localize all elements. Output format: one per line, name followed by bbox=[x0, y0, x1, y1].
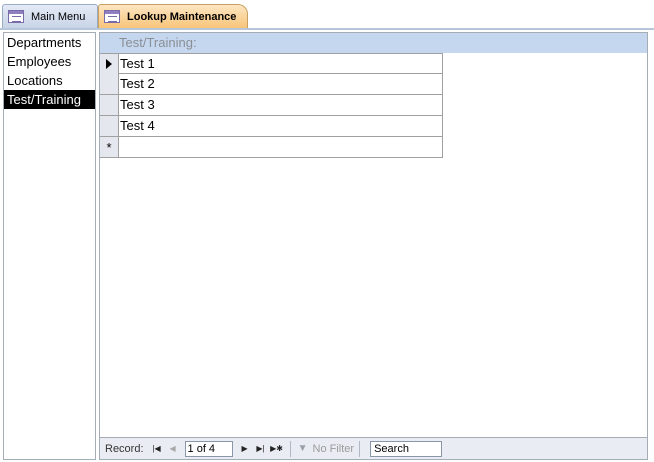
record-label: Record: bbox=[105, 442, 144, 455]
nav-separator bbox=[359, 440, 361, 457]
list-item-locations[interactable]: Locations bbox=[4, 71, 95, 90]
last-record-icon[interactable]: ▶| bbox=[255, 442, 267, 456]
record-selector[interactable] bbox=[100, 95, 119, 115]
tab-lookup-maintenance-label: Lookup Maintenance bbox=[127, 10, 237, 23]
record-selector[interactable] bbox=[100, 74, 119, 94]
first-record-icon[interactable]: |◀ bbox=[151, 442, 163, 456]
table-cell[interactable]: Test 3 bbox=[119, 95, 443, 115]
lookup-subform: Test/Training: Test 1 Test 2 Test 3 Test… bbox=[99, 32, 648, 460]
list-item-departments[interactable]: Departments bbox=[4, 33, 95, 52]
new-record-icon[interactable]: ▶✱ bbox=[270, 442, 283, 456]
document-tab-bar: Main Menu Lookup Maintenance bbox=[0, 0, 654, 30]
current-record-input[interactable]: 1 of 4 bbox=[184, 440, 233, 457]
table-row: Test 4 bbox=[100, 116, 443, 137]
tab-lookup-maintenance[interactable]: Lookup Maintenance bbox=[98, 4, 248, 28]
table-row: Test 2 bbox=[100, 74, 443, 95]
list-item-employees[interactable]: Employees bbox=[4, 52, 95, 71]
table-cell[interactable]: Test 1 bbox=[119, 54, 443, 74]
table-cell[interactable]: Test 2 bbox=[119, 74, 443, 94]
search-input[interactable]: Search bbox=[370, 440, 443, 457]
table-row: Test 3 bbox=[100, 95, 443, 116]
table-row: Test 1 bbox=[100, 53, 443, 74]
tab-main-menu-label: Main Menu bbox=[31, 10, 86, 23]
tab-strip-divider bbox=[0, 28, 654, 30]
filter-icon[interactable]: ▼ bbox=[296, 443, 310, 455]
record-navigation-bar: Record: |◀ ◀ 1 of 4 ▶ ▶| ▶✱ ▼ No Filter … bbox=[100, 437, 647, 459]
new-record-asterisk-icon: * bbox=[106, 139, 112, 155]
record-selector[interactable] bbox=[100, 54, 119, 74]
new-record-row: * bbox=[100, 137, 443, 158]
table-cell[interactable]: Test 4 bbox=[119, 116, 443, 136]
form-icon bbox=[104, 10, 120, 23]
subform-header: Test/Training: bbox=[100, 33, 647, 53]
nav-separator bbox=[289, 440, 291, 457]
tab-main-menu[interactable]: Main Menu bbox=[2, 4, 98, 28]
no-filter-button[interactable]: No Filter bbox=[313, 443, 355, 455]
record-selector[interactable] bbox=[100, 116, 119, 136]
new-record-selector[interactable]: * bbox=[100, 137, 119, 157]
lookup-list-box[interactable]: Departments Employees Locations Test/Tra… bbox=[3, 32, 96, 460]
form-icon bbox=[8, 10, 24, 23]
datasheet-grid: Test 1 Test 2 Test 3 Test 4 * bbox=[100, 53, 443, 158]
next-record-icon[interactable]: ▶ bbox=[239, 442, 251, 456]
prev-record-icon[interactable]: ◀ bbox=[167, 442, 179, 456]
list-item-test-training[interactable]: Test/Training bbox=[4, 90, 95, 109]
new-record-cell[interactable] bbox=[119, 137, 443, 157]
current-record-arrow-icon bbox=[106, 59, 112, 69]
